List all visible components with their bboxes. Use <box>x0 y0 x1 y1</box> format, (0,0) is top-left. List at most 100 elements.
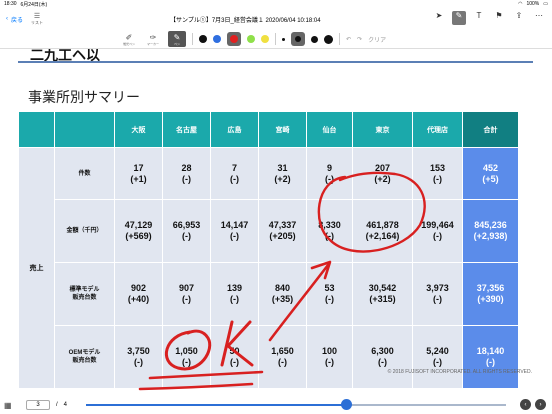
list-label: リスト <box>31 20 44 25</box>
table-cell: 66,953 (-) <box>162 199 211 263</box>
slide-subtitle: 事業所別サマリー <box>28 89 140 105</box>
row-label-line: 販売台数 <box>72 358 97 364</box>
cell-value: 14,147 <box>220 220 249 230</box>
total-cell: 845,236 (+2,938) <box>462 199 519 263</box>
bookmark-button[interactable]: ⚑ <box>492 11 506 25</box>
table-cell: 14,147 (-) <box>210 199 259 263</box>
thumbnails-icon[interactable]: ▦ <box>4 401 16 410</box>
cell-value: 199,464 <box>421 220 454 230</box>
table-cell: 461,878 (+2,164) <box>352 199 413 263</box>
cell-delta: (+2) <box>274 173 291 184</box>
pen-tool[interactable]: ✎ ペン <box>168 31 186 47</box>
cell-value: 1,050 <box>175 346 198 356</box>
pen-icon: ✎ <box>173 32 181 42</box>
column-header: 宮崎 <box>258 111 307 148</box>
pen-icon: ✎ <box>455 11 463 20</box>
pager-nav: ‹ › <box>520 399 546 410</box>
size-xlarge-option[interactable] <box>324 34 333 44</box>
drawing-toolbar: ✐ 蛍光ペン ✑ マーカー ✎ ペン ↶ ↷ クリア <box>0 30 552 48</box>
document-title: 【サンプル①】7月3日_経営会議１ 2020/06/04 10:18:04 <box>170 18 321 24</box>
copyright-notice: © 2018 FUJISOFT INCORPORATED. ALL RIGHTS… <box>387 369 532 375</box>
cell-delta: (-) <box>433 294 442 304</box>
list-button[interactable]: ☰ リスト <box>31 12 43 26</box>
marker-label: マーカー <box>146 41 159 46</box>
marker-tool[interactable]: ✑ マーカー <box>144 33 162 46</box>
column-header: 広島 <box>210 111 259 148</box>
cell-value: 840 <box>274 283 291 293</box>
size-large-option[interactable] <box>311 35 318 43</box>
row-label: 金額（千円） <box>54 199 115 263</box>
table-cell: 199,464 (-) <box>412 199 463 263</box>
page-slider-knob[interactable] <box>341 399 353 410</box>
cell-delta: (+5) <box>482 173 499 184</box>
table-cell: 50 (-) <box>210 325 259 389</box>
highlighter-label: 蛍光ペン <box>122 41 135 46</box>
cell-delta: (-) <box>378 357 387 367</box>
table-cell: 47,337 (+205) <box>258 199 307 263</box>
share-button[interactable]: ⇪ <box>512 11 526 25</box>
size-small-option[interactable] <box>282 37 285 41</box>
text-icon: T <box>476 11 482 20</box>
color-red-swatch-selected[interactable] <box>227 32 241 46</box>
cell-delta: (+1) <box>130 173 147 184</box>
cell-value: 9 <box>326 162 332 173</box>
cell-value: 53 <box>324 283 335 293</box>
cell-value: 1,650 <box>271 346 294 356</box>
color-yellow-swatch[interactable] <box>261 35 269 43</box>
table-cell: 31 (+2) <box>258 147 307 200</box>
table-row: OEMモデル 販売台数 3,750 (-) 1,050 (-) 50 (-) 1,650 (-) 1… <box>19 325 519 389</box>
highlighter-icon: ✐ <box>125 32 133 42</box>
cell-delta: (-) <box>230 357 239 367</box>
cell-value: 8,330 <box>318 220 341 230</box>
page-counter: 3 / 4 <box>26 400 67 410</box>
battery-percent: 100% <box>526 1 540 7</box>
previous-page-button[interactable]: ‹ <box>520 399 531 410</box>
table-cell: 53 (-) <box>306 262 353 326</box>
pen-mode-button[interactable]: ✎ <box>452 11 466 25</box>
cell-value: 66,953 <box>172 220 201 230</box>
table-header-row: 大阪 名古屋 広島 宮崎 仙台 東京 代理店 合計 <box>18 111 519 148</box>
cell-delta: (-) <box>433 357 442 367</box>
redo-icon[interactable]: ↷ <box>357 36 362 43</box>
cell-value: 3,973 <box>426 283 449 293</box>
cell-delta: (-) <box>182 294 191 304</box>
back-label: 戻る <box>11 17 24 24</box>
color-green-swatch[interactable] <box>247 35 255 43</box>
table-cell: 17 (+1) <box>114 147 163 200</box>
pointer-tool-button[interactable]: ➤ <box>432 11 446 25</box>
color-blue-swatch[interactable] <box>213 35 221 43</box>
table-cell: 100 (-) <box>306 325 353 389</box>
text-tool-button[interactable]: T <box>472 11 486 25</box>
next-page-button[interactable]: › <box>535 399 546 410</box>
color-black-swatch[interactable] <box>199 35 207 43</box>
highlighter-tool[interactable]: ✐ 蛍光ペン <box>120 33 138 46</box>
cell-value: 207 <box>374 162 391 173</box>
row-label: 件数 <box>54 147 115 200</box>
size-medium-option-selected[interactable] <box>291 32 305 46</box>
row-label: OEMモデル 販売台数 <box>54 325 115 389</box>
clear-button[interactable]: クリア <box>368 35 386 44</box>
current-page-field[interactable]: 3 <box>26 400 50 410</box>
cell-value: 100 <box>321 346 338 356</box>
cell-value: 452 <box>482 162 499 173</box>
undo-icon[interactable]: ↶ <box>346 36 351 43</box>
list-icon: ☰ <box>33 13 41 20</box>
back-button[interactable]: ‹ 戻る <box>6 15 23 24</box>
page-separator: / <box>56 402 58 408</box>
cell-delta: (-) <box>278 357 287 367</box>
row-label-line: 金額（千円） <box>66 228 103 234</box>
cell-delta: (-) <box>325 173 334 184</box>
column-header: 大阪 <box>114 111 163 148</box>
page-slider-fill <box>86 404 347 406</box>
table-body: 売上 件数 17 (+1) 28 (-) 7 (-) 31 (+2) 9 (-) 207 (+2) 153(… <box>18 147 519 389</box>
table-cell: 207 (+2) <box>352 147 413 200</box>
table-cell: 8,330 (-) <box>306 199 353 263</box>
table-cell: 3,973 (-) <box>412 262 463 326</box>
more-button[interactable]: ⋯ <box>532 11 546 25</box>
column-header-total: 合計 <box>462 111 519 148</box>
cell-value: 47,337 <box>268 220 297 230</box>
table-row: 標準モデル 販売台数 902 (+40) 907 (-) 139 (-) 840 (+35) 53(… <box>19 262 519 326</box>
summary-table: 大阪 名古屋 広島 宮崎 仙台 東京 代理店 合計 売上 件数 17 (+1) 28 (-… <box>18 111 519 389</box>
cell-delta: (-) <box>182 357 191 367</box>
table-cell: 1,050 (-) <box>162 325 211 389</box>
